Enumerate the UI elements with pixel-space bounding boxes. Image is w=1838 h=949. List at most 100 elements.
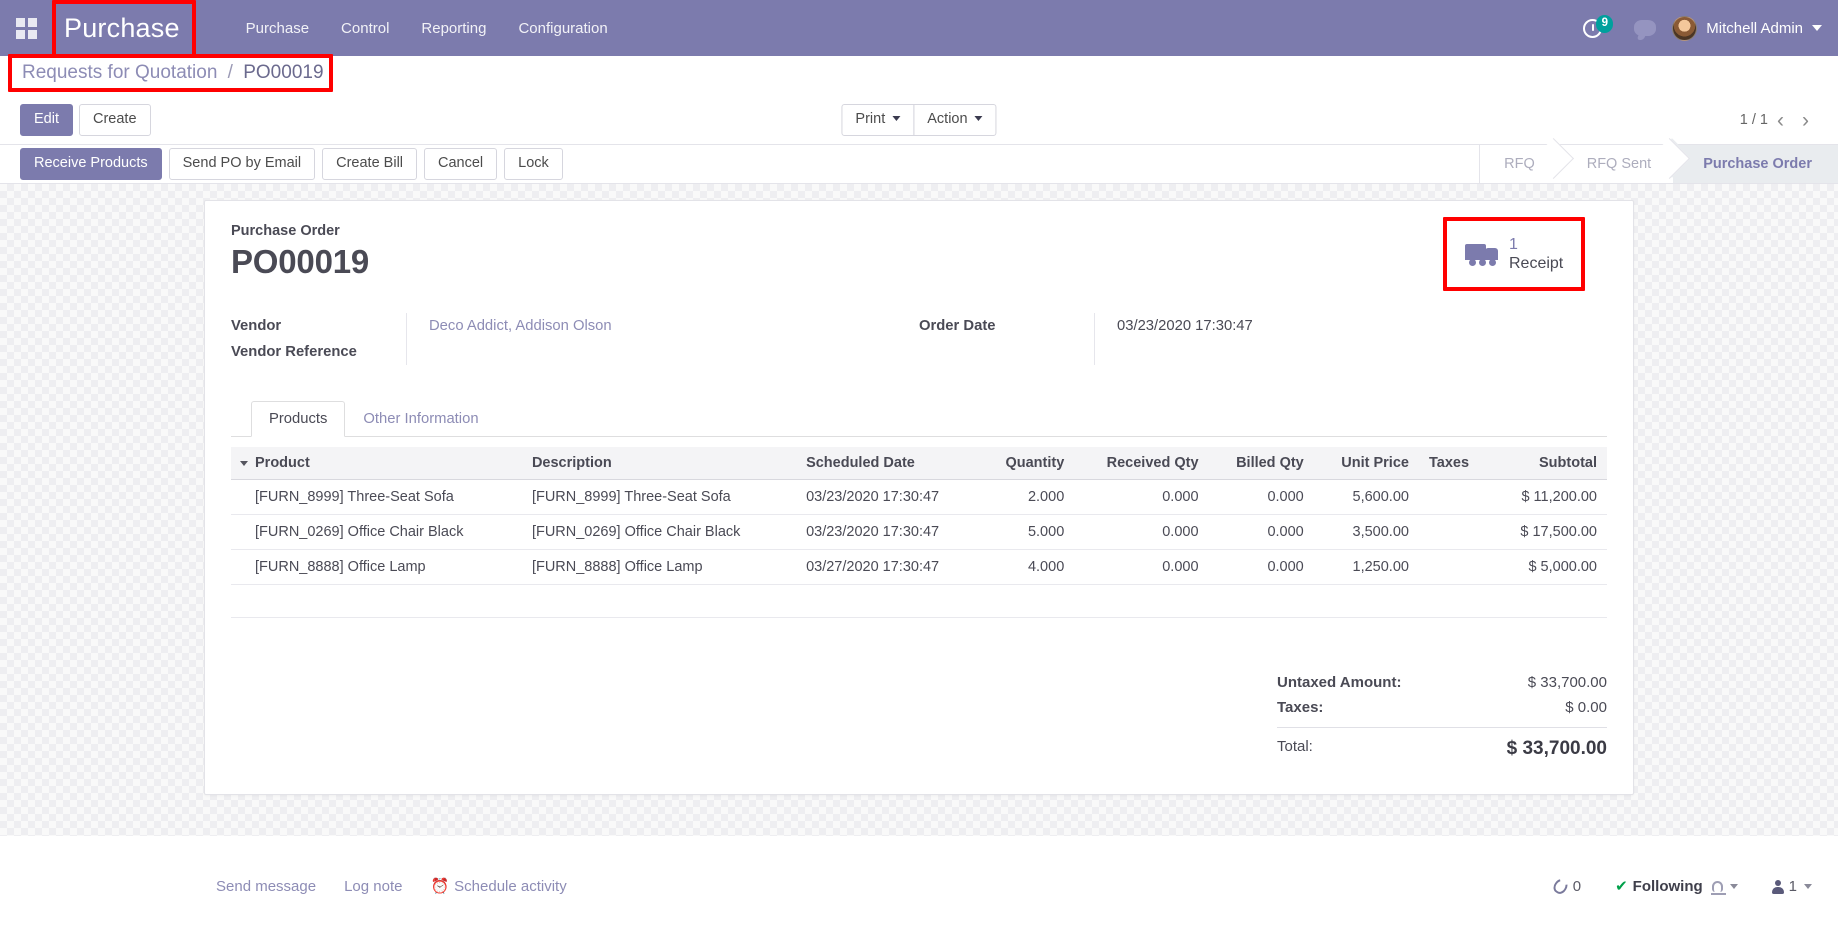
statusbar-row: Receive Products Send PO by Email Create… bbox=[0, 144, 1838, 184]
activity-count-badge: 9 bbox=[1596, 14, 1614, 33]
print-dropdown-button[interactable]: Print bbox=[841, 103, 915, 137]
attachments-button[interactable]: 0 bbox=[1550, 876, 1582, 896]
taxes-value: $ 0.00 bbox=[1565, 699, 1607, 717]
vendor-reference-label: Vendor Reference bbox=[231, 344, 357, 361]
cancel-button[interactable]: Cancel bbox=[424, 147, 498, 181]
receipt-label: Receipt bbox=[1509, 255, 1564, 273]
cell-billed-qty: 0.000 bbox=[1208, 549, 1314, 586]
totals-block: Untaxed Amount: $ 33,700.00 Taxes: $ 0.0… bbox=[231, 670, 1607, 764]
send-message-button[interactable]: Send message bbox=[216, 878, 316, 895]
form-background: Purchase Order PO00019 1 Receipt Vendor … bbox=[0, 184, 1838, 836]
pager-next-button[interactable]: › bbox=[1793, 110, 1818, 131]
chevron-down-icon bbox=[1729, 883, 1738, 889]
vendor-value[interactable]: Deco Addict, Addison Olson bbox=[429, 313, 919, 339]
order-date-value[interactable]: 03/23/2020 17:30:47 bbox=[1117, 313, 1607, 339]
pager-previous-button[interactable]: ‹ bbox=[1768, 110, 1793, 131]
tab-other-information[interactable]: Other Information bbox=[345, 401, 496, 437]
breadcrumb-parent-link[interactable]: Requests for Quotation bbox=[22, 62, 217, 83]
create-button[interactable]: Create bbox=[79, 103, 151, 137]
menu-item-purchase[interactable]: Purchase bbox=[230, 20, 325, 37]
table-row[interactable]: [FURN_8999] Three-Seat Sofa [FURN_8999] … bbox=[231, 479, 1607, 516]
column-header-received-qty[interactable]: Received Qty bbox=[1074, 447, 1209, 481]
control-panel-dropdowns: Print Action bbox=[841, 103, 997, 137]
action-label: Action bbox=[927, 110, 968, 127]
column-header-unit-price[interactable]: Unit Price bbox=[1313, 447, 1419, 481]
column-header-quantity[interactable]: Quantity bbox=[979, 447, 1075, 481]
order-date-label: Order Date bbox=[919, 318, 996, 335]
menu-item-control[interactable]: Control bbox=[325, 20, 405, 37]
cell-taxes bbox=[1418, 479, 1492, 516]
cell-subtotal: $ 11,200.00 bbox=[1491, 479, 1607, 516]
user-menu-toggle[interactable]: Mitchell Admin bbox=[1672, 15, 1822, 41]
create-bill-button[interactable]: Create Bill bbox=[322, 147, 418, 181]
cell-scheduled-date: 03/23/2020 17:30:47 bbox=[796, 514, 980, 551]
receipt-stat-text: 1 Receipt bbox=[1509, 235, 1563, 273]
cell-description: [FURN_0269] Office Chair Black bbox=[521, 514, 797, 551]
cell-received-qty: 0.000 bbox=[1074, 514, 1209, 551]
untaxed-amount-label: Untaxed Amount: bbox=[1277, 674, 1402, 692]
table-bottom-divider bbox=[231, 617, 1607, 619]
following-label: Following bbox=[1632, 877, 1703, 895]
tab-products[interactable]: Products bbox=[251, 401, 346, 438]
menu-item-reporting[interactable]: Reporting bbox=[405, 20, 502, 37]
activity-menu-toggle[interactable]: 9 bbox=[1583, 14, 1614, 38]
chatter-actions: Send message Log note ⏰ Schedule activity bbox=[216, 877, 595, 896]
left-field-labels: Vendor Vendor Reference bbox=[231, 313, 406, 365]
navbar-right-tools: 9 Mitchell Admin bbox=[1567, 14, 1838, 41]
status-stage-rfq[interactable]: RFQ bbox=[1480, 145, 1557, 183]
field-group-left: Vendor Vendor Reference Deco Addict, Add… bbox=[231, 313, 919, 366]
order-lines-table: Product Description Scheduled Date Quant… bbox=[231, 447, 1607, 586]
receive-products-button[interactable]: Receive Products bbox=[20, 147, 162, 181]
vendor-reference-value[interactable] bbox=[429, 339, 919, 365]
stat-button-container: 1 Receipt bbox=[1443, 217, 1601, 292]
chevron-down-icon bbox=[1804, 883, 1812, 889]
statusbar-buttons: Receive Products Send PO by Email Create… bbox=[20, 145, 570, 183]
app-brand-purchase[interactable]: Purchase bbox=[64, 14, 180, 42]
right-field-labels: Order Date bbox=[919, 313, 1094, 365]
breadcrumb: Requests for Quotation / PO00019 bbox=[22, 62, 324, 84]
total-value: $ 33,700.00 bbox=[1506, 738, 1607, 760]
check-icon: ✔ bbox=[1615, 878, 1628, 895]
cell-quantity: 5.000 bbox=[979, 514, 1075, 551]
menu-item-configuration[interactable]: Configuration bbox=[502, 20, 623, 37]
left-field-values: Deco Addict, Addison Olson bbox=[406, 313, 919, 366]
sheet-header: Purchase Order PO00019 1 Receipt bbox=[231, 217, 1607, 292]
breadcrumb-current: PO00019 bbox=[243, 62, 324, 83]
table-row[interactable]: [FURN_0269] Office Chair Black [FURN_026… bbox=[231, 514, 1607, 551]
followers-count: 1 bbox=[1788, 877, 1797, 895]
main-menu: Purchase Control Reporting Configuration bbox=[230, 20, 624, 37]
untaxed-amount-row: Untaxed Amount: $ 33,700.00 bbox=[1277, 670, 1607, 695]
table-row[interactable]: [FURN_8888] Office Lamp [FURN_8888] Offi… bbox=[231, 549, 1607, 586]
messaging-menu-toggle[interactable] bbox=[1634, 20, 1657, 36]
column-header-taxes[interactable]: Taxes bbox=[1418, 447, 1492, 481]
attachment-count: 0 bbox=[1572, 877, 1582, 895]
column-header-scheduled-date[interactable]: Scheduled Date bbox=[796, 447, 980, 481]
page-title: PO00019 bbox=[231, 243, 370, 280]
following-toggle[interactable]: ✔ Following bbox=[1615, 877, 1738, 895]
column-header-product[interactable]: Product bbox=[231, 447, 522, 481]
status-stage-rfq-sent[interactable]: RFQ Sent bbox=[1556, 145, 1674, 183]
status-stage-purchase-order[interactable]: Purchase Order bbox=[1673, 145, 1838, 183]
taxes-row: Taxes: $ 0.00 bbox=[1277, 695, 1607, 720]
lock-button[interactable]: Lock bbox=[504, 147, 563, 181]
breadcrumb-separator: / bbox=[227, 62, 233, 83]
receipt-count: 1 bbox=[1509, 236, 1518, 253]
followers-button[interactable]: 1 bbox=[1771, 877, 1812, 895]
receipt-stat-button[interactable]: 1 Receipt bbox=[1451, 225, 1601, 284]
log-note-button[interactable]: Log note bbox=[344, 878, 402, 895]
title-block: Purchase Order PO00019 bbox=[231, 223, 1451, 281]
chevron-down-icon bbox=[974, 115, 983, 121]
column-header-subtotal[interactable]: Subtotal bbox=[1491, 447, 1607, 481]
apps-grid-icon bbox=[15, 17, 37, 39]
apps-menu-toggle[interactable] bbox=[0, 17, 46, 39]
schedule-activity-button[interactable]: ⏰ Schedule activity bbox=[430, 877, 566, 895]
column-label-product: Product bbox=[255, 455, 310, 472]
field-groups: Vendor Vendor Reference Deco Addict, Add… bbox=[231, 313, 1607, 366]
breadcrumb-row: Requests for Quotation / PO00019 bbox=[0, 54, 1838, 96]
cell-scheduled-date: 03/27/2020 17:30:47 bbox=[796, 549, 980, 586]
column-header-billed-qty[interactable]: Billed Qty bbox=[1208, 447, 1314, 481]
edit-button[interactable]: Edit bbox=[20, 103, 73, 137]
action-dropdown-button[interactable]: Action bbox=[913, 103, 997, 137]
send-po-by-email-button[interactable]: Send PO by Email bbox=[168, 147, 316, 181]
column-header-description[interactable]: Description bbox=[521, 447, 797, 481]
